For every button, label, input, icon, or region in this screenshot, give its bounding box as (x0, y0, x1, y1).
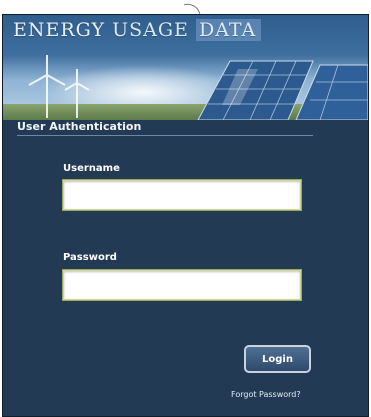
solar-panel-icon (197, 60, 368, 120)
username-field[interactable] (63, 180, 301, 210)
page-title: ENERGY USAGE DATA (13, 19, 262, 41)
login-button[interactable]: Login (244, 345, 311, 373)
section-title: User Authentication (17, 120, 142, 133)
title-word-usage: USAGE (112, 19, 189, 41)
header-banner: ENERGY USAGE DATA (3, 15, 368, 120)
forgot-password-link[interactable]: Forgot Password? (231, 390, 301, 399)
title-word-energy: ENERGY (13, 19, 106, 41)
title-word-data: DATA (195, 19, 262, 41)
password-label: Password (63, 252, 117, 263)
username-label: Username (63, 163, 120, 174)
login-panel: ENERGY USAGE DATA User Authentication Us… (2, 14, 369, 417)
password-field[interactable] (63, 270, 301, 300)
wind-turbine-icon (28, 55, 90, 118)
section-divider (17, 135, 313, 136)
